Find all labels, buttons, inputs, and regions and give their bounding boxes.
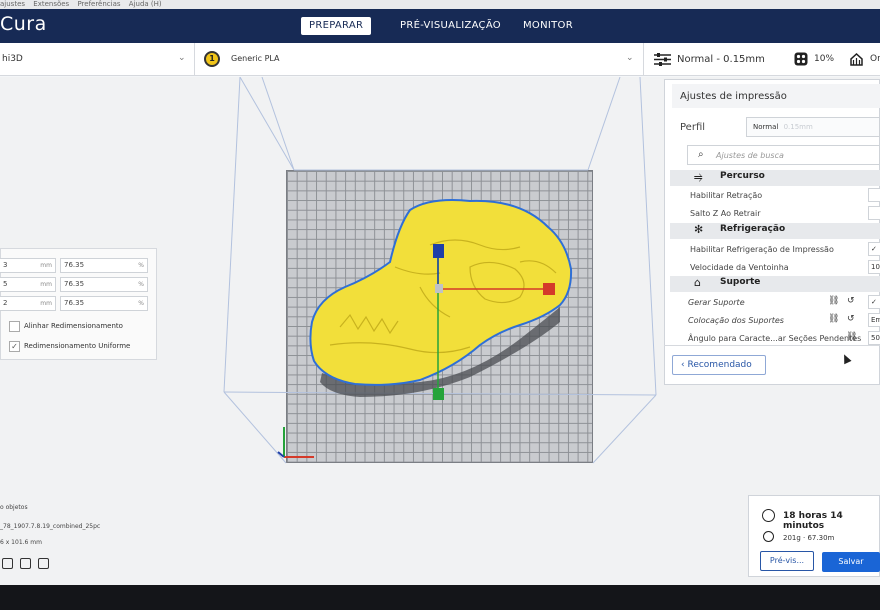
- reset-icon[interactable]: ↺: [847, 314, 855, 324]
- save-button[interactable]: Salvar: [822, 552, 880, 572]
- menu-item-preferences[interactable]: Preferências: [77, 0, 120, 8]
- menu-item-settings[interactable]: ajustes: [0, 0, 25, 8]
- spool-icon: [763, 531, 774, 542]
- fan-speed-input[interactable]: 10: [868, 260, 880, 274]
- gizmo-center: [435, 284, 443, 293]
- travel-icon: ⥤: [694, 170, 703, 183]
- settings-search-input[interactable]: ⌕ Ajustes de busca: [687, 145, 880, 165]
- snap-scaling-label: Alinhar Redimensionamento: [24, 322, 123, 330]
- support-icon: ⌂: [694, 276, 701, 289]
- top-toolbar: hi3D ⌄ 1 Generic PLA ⌄ Normal - 0.15mm 1…: [0, 43, 880, 76]
- search-placeholder: Ajustes de busca: [716, 151, 784, 160]
- generate-support-checkbox[interactable]: ✓: [868, 295, 880, 309]
- profile-dropdown[interactable]: Normal 0.15mm: [746, 117, 880, 137]
- app-header: Cura PREPARAR PRÉ-VISUALIZAÇÃO MONITOR: [0, 9, 880, 43]
- menubar: ajustes Extensões Preferências Ajuda (H): [0, 0, 880, 9]
- category-cooling[interactable]: ✻ Refrigeração: [670, 223, 880, 239]
- uniform-scaling-label: Redimensionamento Uniforme: [24, 342, 131, 350]
- scale-row-x: 3 mm 76.35%: [0, 258, 158, 273]
- green-arrow-handle: [433, 388, 444, 400]
- blue-arrow-handle: [433, 244, 444, 258]
- extruder-badge: 1: [204, 51, 220, 67]
- object-dimensions: 6 x 101.6 mm: [0, 539, 42, 546]
- object-filename: _78_1907.7.8.19_combined_25pc: [0, 523, 101, 530]
- scale-size-y[interactable]: 5 mm: [0, 277, 56, 292]
- app-logo: Cura: [0, 13, 47, 35]
- object-count: o objetos: [0, 504, 28, 511]
- sliders-icon: [654, 52, 671, 71]
- search-icon: ⌕: [698, 149, 704, 160]
- setting-support-placement: Colocação dos Suportes: [688, 316, 784, 325]
- tab-preview[interactable]: PRÉ-VISUALIZAÇÃO: [392, 17, 509, 35]
- infill-value: 10%: [814, 54, 835, 64]
- setting-generate-support: Gerar Suporte: [688, 298, 745, 307]
- category-travel[interactable]: ⥤ Percurso: [670, 170, 880, 186]
- scale-percent-y[interactable]: 76.35%: [60, 277, 148, 292]
- view-3d-icon[interactable]: [2, 558, 13, 569]
- tab-monitor[interactable]: MONITOR: [515, 17, 581, 35]
- scale-tool-panel: 3 mm 76.35% 5 mm 76.35% 2 mm 76.35% Alin…: [0, 248, 157, 360]
- support-icon: [849, 52, 864, 71]
- printer-selector[interactable]: hi3D ⌄: [0, 43, 195, 76]
- view-front-icon[interactable]: [20, 558, 31, 569]
- view-top-icon[interactable]: [38, 558, 49, 569]
- print-settings-title: Ajustes de impressão: [680, 91, 787, 102]
- setting-fan-speed: Velocidade da Ventoinha: [690, 263, 789, 272]
- setting-overhang-angle: Ângulo para Caracte...ar Seções Pendente…: [688, 334, 862, 343]
- cooling-checkbox[interactable]: ✓: [868, 242, 880, 256]
- link-icon[interactable]: ⛓: [828, 314, 839, 324]
- scale-row-y: 5 mm 76.35%: [0, 277, 158, 292]
- setting-z-hop: Salto Z Ao Retrair: [690, 209, 761, 218]
- recommended-button[interactable]: ‹ Recomendado: [672, 355, 766, 375]
- menu-item-extensions[interactable]: Extensões: [33, 0, 69, 8]
- profile-summary: Normal - 0.15mm: [677, 54, 765, 65]
- print-settings-summary[interactable]: Normal - 0.15mm 10% On: [645, 43, 880, 76]
- support-placement-dropdown[interactable]: Em: [868, 313, 880, 327]
- tab-prepare[interactable]: PREPARAR: [301, 17, 372, 35]
- profile-label: Perfil: [680, 122, 706, 133]
- red-arrow-handle: [543, 283, 555, 295]
- retraction-checkbox[interactable]: [868, 188, 880, 202]
- scale-row-z: 2 mm 76.35%: [0, 296, 158, 311]
- menu-item-help[interactable]: Ajuda (H): [129, 0, 162, 8]
- clock-icon: [762, 509, 775, 522]
- z-hop-checkbox[interactable]: [868, 206, 880, 220]
- setting-enable-cooling: Habilitar Refrigeração de Impressão: [690, 245, 834, 254]
- infill-icon: [794, 52, 808, 70]
- uniform-scaling-checkbox[interactable]: ✓: [9, 341, 20, 352]
- printer-name: hi3D: [2, 54, 23, 64]
- scale-percent-z[interactable]: 76.35%: [60, 296, 148, 311]
- chevron-down-icon: ⌄: [178, 53, 186, 63]
- panel-divider: [664, 345, 880, 346]
- support-value: On: [870, 54, 880, 64]
- chevron-down-icon: ⌄: [626, 53, 634, 63]
- material-selector[interactable]: 1 Generic PLA ⌄: [196, 43, 644, 76]
- material-name: Generic PLA: [231, 54, 280, 63]
- scale-size-z[interactable]: 2 mm: [0, 296, 56, 311]
- scale-size-x[interactable]: 3 mm: [0, 258, 56, 273]
- screen: ajustes Extensões Preferências Ajuda (H)…: [0, 0, 880, 585]
- reset-icon[interactable]: ↺: [847, 296, 855, 306]
- link-icon[interactable]: ⛓: [828, 296, 839, 306]
- fan-icon: ✻: [694, 223, 704, 236]
- monitor-bezel: [0, 585, 880, 610]
- print-time: 18 horas 14 minutos: [783, 511, 843, 531]
- snap-scaling-checkbox[interactable]: [9, 321, 20, 332]
- link-icon[interactable]: ⛓: [846, 332, 857, 342]
- scale-percent-x[interactable]: 76.35%: [60, 258, 148, 273]
- category-support[interactable]: ⌂ Suporte: [670, 276, 880, 292]
- overhang-angle-input[interactable]: 50.: [868, 331, 880, 345]
- setting-enable-retraction: Habilitar Retração: [690, 191, 763, 200]
- material-usage: 201g · 67.30m: [783, 534, 835, 542]
- preview-button[interactable]: Pré-vis...: [760, 551, 814, 571]
